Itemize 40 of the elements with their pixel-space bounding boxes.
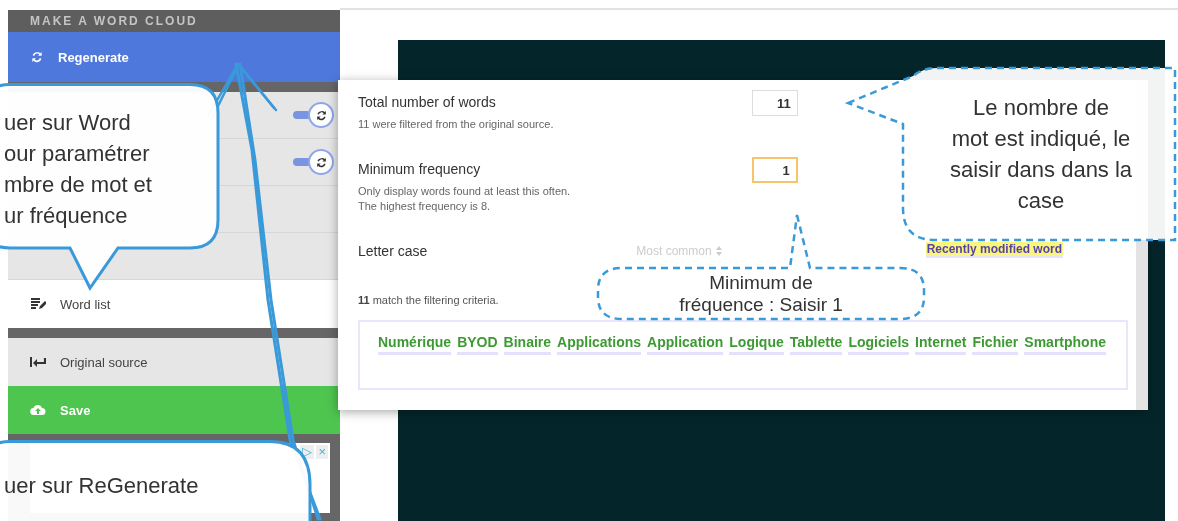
cloud-upload-icon — [30, 404, 46, 416]
word-tag[interactable]: Applications — [557, 332, 642, 355]
word-tag[interactable]: Internet — [915, 332, 967, 355]
sidebar-item[interactable]: Original source — [8, 338, 340, 386]
field-note: 11 were filtered from the original source. — [358, 118, 554, 130]
word-tag[interactable]: Binaire — [503, 332, 552, 355]
word-tag[interactable]: Fichier — [972, 332, 1019, 355]
word-tag[interactable]: Application — [647, 332, 724, 355]
list-edit-icon — [30, 297, 46, 311]
word-tag[interactable]: Smartphone — [1024, 332, 1106, 355]
field-label: Total number of words — [358, 94, 497, 110]
refresh-toggle[interactable] — [293, 102, 334, 128]
refresh-icon — [314, 108, 328, 122]
save-button[interactable]: Save — [8, 386, 340, 434]
refresh-toggle[interactable] — [293, 149, 334, 175]
app-title: MAKE A WORD CLOUD — [8, 10, 340, 32]
callout-text: uer sur ReGenerate — [4, 472, 200, 500]
word-tag[interactable]: BYOD — [457, 332, 498, 355]
field-note: Only display words found at least this often. — [358, 185, 571, 197]
word-tag[interactable]: Logiciels — [848, 332, 910, 355]
callout-text: uer sur Word our paramétrer mbre de mot et ur fréquence — [4, 109, 152, 230]
regenerate-button[interactable]: Regenerate — [8, 32, 340, 82]
word-tag[interactable]: Numérique — [378, 332, 452, 355]
input-field[interactable]: 11 — [751, 90, 798, 116]
field-label: Minimum frequency — [358, 161, 482, 177]
field-note: The highest frequency is 8. — [358, 200, 492, 212]
legend-item: Recently modified word — [925, 242, 1064, 258]
field-label: Letter case — [358, 243, 428, 259]
return-arrow-icon — [30, 356, 46, 368]
sidebar-item[interactable]: Word list — [8, 280, 340, 328]
refresh-icon — [314, 155, 328, 169]
refresh-icon — [30, 50, 44, 64]
match-count-text: 11 match the filtering criteria. — [358, 294, 499, 306]
callout-text: Minimum de fréquence : Saisir 1 — [678, 272, 844, 316]
callout-text: Le nombre de mot est indiqué, le saisir dans dans la case — [949, 94, 1133, 215]
word-tag[interactable]: Tablette — [789, 332, 843, 355]
word-tag[interactable]: Logique — [729, 332, 784, 355]
sort-arrows-icon — [715, 246, 722, 256]
input-field[interactable]: 1 — [751, 157, 798, 183]
close-icon[interactable]: × — [316, 445, 328, 459]
